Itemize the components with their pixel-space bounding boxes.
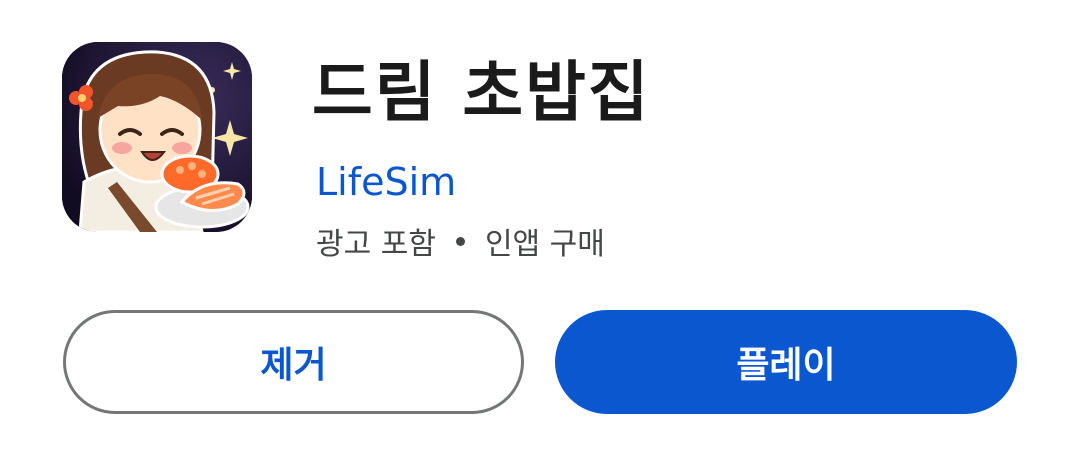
uninstall-button-label: 제거 bbox=[260, 345, 327, 386]
separator-dot-icon bbox=[455, 236, 465, 246]
app-details-header: 드림 초밥집 LifeSim 광고 포함 인앱 구매 제거 플레이 bbox=[0, 0, 1080, 459]
play-button[interactable]: 플레이 bbox=[555, 310, 1017, 414]
sushi-chef-icon bbox=[62, 42, 252, 232]
in-app-purchase-label: 인앱 구매 bbox=[484, 227, 605, 262]
app-meta-info: 광고 포함 인앱 구매 bbox=[316, 218, 605, 264]
ads-label: 광고 포함 bbox=[316, 227, 436, 262]
developer-link[interactable]: LifeSim bbox=[316, 156, 456, 208]
play-button-label: 플레이 bbox=[736, 345, 836, 386]
app-title: 드림 초밥집 bbox=[312, 54, 651, 131]
app-icon[interactable] bbox=[62, 42, 252, 232]
uninstall-button[interactable]: 제거 bbox=[63, 310, 524, 414]
